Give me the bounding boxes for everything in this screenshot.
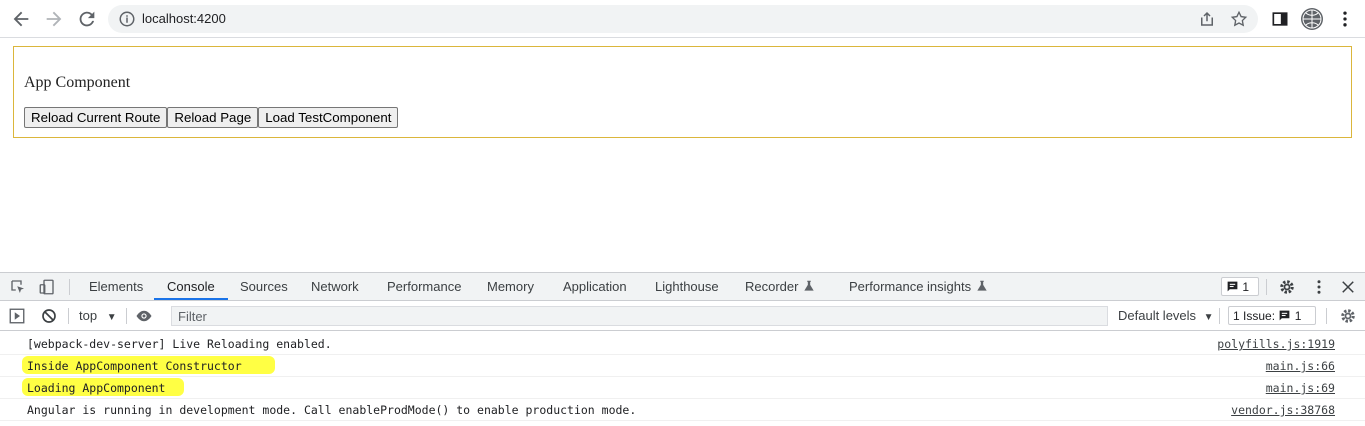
close-icon[interactable] (1339, 278, 1357, 296)
info-icon[interactable] (118, 10, 136, 28)
message-icon (1280, 310, 1290, 321)
divider (126, 308, 127, 324)
levels-label: Default levels (1118, 308, 1197, 323)
divider (1219, 308, 1220, 324)
avatar[interactable] (1301, 8, 1323, 30)
block-icon[interactable] (40, 307, 58, 325)
reload-page-button[interactable]: Reload Page (167, 107, 259, 128)
messages-badge[interactable]: 1 (1221, 277, 1259, 296)
log-levels-dropdown[interactable]: Default levels ▼ (1118, 308, 1214, 323)
load-test-component-button[interactable]: Load TestComponent (258, 107, 399, 128)
tab-performance[interactable]: Performance (387, 273, 461, 300)
console-source-link[interactable]: vendor.js:38768 (1231, 403, 1335, 417)
tab-console[interactable]: Console (154, 273, 228, 300)
console-source-link[interactable]: main.js:66 (1266, 359, 1335, 373)
context-select[interactable]: top ▼ (79, 308, 117, 323)
filter-field[interactable] (171, 306, 1108, 326)
tab-elements[interactable]: Elements (89, 273, 143, 300)
play-icon[interactable] (8, 307, 26, 325)
context-label: top (79, 308, 98, 323)
console-message-text: [webpack-dev-server] Live Reloading enab… (27, 337, 332, 351)
console-message: Loading AppComponent main.js:69 (0, 377, 1365, 399)
star-icon[interactable] (1230, 10, 1248, 28)
reload-current-route-button[interactable]: Reload Current Route (24, 107, 168, 128)
tab-performance-insights[interactable]: Performance insights (849, 273, 971, 300)
issues-label: 1 Issue: (1233, 309, 1276, 323)
tab-network[interactable]: Network (311, 273, 359, 300)
console-output: [webpack-dev-server] Live Reloading enab… (0, 333, 1365, 421)
console-source-link[interactable]: polyfills.js:1919 (1217, 337, 1335, 351)
url-text[interactable]: localhost:4200 (142, 11, 226, 26)
console-source-link[interactable]: main.js:69 (1266, 381, 1335, 395)
chevron-down-icon: ▼ (1203, 312, 1214, 323)
app-component-container: App Component Reload Current Route Reloa… (13, 46, 1352, 138)
tab-memory[interactable]: Memory (487, 273, 534, 300)
console-message: Inside AppComponent Constructor main.js:… (0, 355, 1365, 377)
tab-lighthouse[interactable]: Lighthouse (655, 273, 719, 300)
divider (69, 279, 70, 295)
devtools-tabbar: Elements Console Sources Network Perform… (0, 273, 1365, 301)
issues-badge[interactable]: 1 Issue: 1 (1228, 306, 1316, 325)
divider (68, 308, 69, 324)
console-toolbar: top ▼ Default levels ▼ 1 Issue: 1 (0, 301, 1365, 331)
page-title: App Component (24, 74, 131, 91)
flask-icon (802, 279, 816, 293)
share-icon[interactable] (1198, 10, 1216, 28)
console-message: [webpack-dev-server] Live Reloading enab… (0, 333, 1365, 355)
divider (1266, 279, 1267, 295)
kebab-icon[interactable] (1310, 278, 1328, 296)
filter-input[interactable] (172, 307, 1107, 325)
browser-toolbar: localhost:4200 (0, 0, 1365, 38)
sidebar-icon[interactable] (1270, 9, 1290, 29)
flask-icon (975, 279, 989, 293)
reload-icon[interactable] (76, 8, 98, 30)
device-icon[interactable] (38, 278, 56, 296)
tab-sources[interactable]: Sources (240, 273, 288, 300)
tab-recorder[interactable]: Recorder (745, 273, 798, 300)
inspect-icon[interactable] (9, 278, 27, 296)
message-icon (1227, 281, 1238, 292)
console-message-text: Loading AppComponent (27, 381, 166, 395)
forward-icon[interactable] (43, 8, 65, 30)
issues-count: 1 (1294, 309, 1302, 323)
gear-icon[interactable] (1339, 307, 1357, 325)
devtools-panel: Elements Console Sources Network Perform… (0, 272, 1365, 426)
address-bar[interactable]: localhost:4200 (108, 5, 1258, 33)
chevron-down-icon: ▼ (106, 312, 117, 323)
console-message-text: Angular is running in development mode. … (27, 403, 637, 417)
console-message: Angular is running in development mode. … (0, 399, 1365, 421)
messages-count: 1 (1242, 280, 1250, 294)
back-icon[interactable] (10, 8, 32, 30)
eye-icon[interactable] (135, 307, 153, 325)
tab-application[interactable]: Application (563, 273, 627, 300)
button-row: Reload Current Route Reload Page Load Te… (24, 107, 399, 128)
gear-icon[interactable] (1278, 278, 1296, 296)
divider (1326, 308, 1327, 324)
console-message-text: Inside AppComponent Constructor (27, 359, 242, 373)
kebab-icon[interactable] (1335, 9, 1355, 29)
